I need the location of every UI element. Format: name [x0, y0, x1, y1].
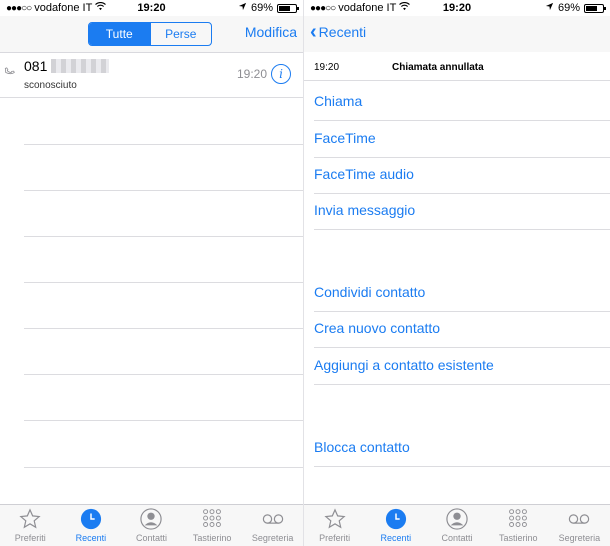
list-separator — [24, 328, 303, 329]
status-left: ●●●○○ vodafone IT — [310, 2, 411, 14]
recents-nav-bar: Tutte Perse Modifica — [0, 16, 303, 53]
send-message-action[interactable]: Invia messaggio — [314, 193, 610, 230]
block-contact-label: Blocca contatto — [314, 439, 410, 455]
caller-label: sconosciuto — [24, 80, 77, 91]
tab-contacts[interactable]: Contatti — [426, 505, 487, 546]
add-to-existing-label: Aggiungi a contatto esistente — [314, 357, 494, 373]
tab-recents[interactable]: Recenti — [61, 505, 122, 546]
add-to-existing-action[interactable]: Aggiungi a contatto esistente — [314, 348, 610, 385]
person-icon — [445, 507, 469, 531]
tab-favorites[interactable]: Preferiti — [304, 505, 365, 546]
wifi-icon — [399, 2, 411, 14]
list-separator — [24, 420, 303, 421]
tab-label: Tastierino — [498, 533, 538, 543]
battery-percent: 69% — [557, 2, 580, 14]
tab-bar: Preferiti Recenti Contatti Tastierino Se… — [304, 504, 610, 546]
tab-bar: Preferiti Recenti Contatti Tastierino Se… — [0, 504, 303, 546]
location-icon — [545, 2, 554, 14]
recents-screen: ●●●○○ vodafone IT 19:20 69% Tutte Perse … — [0, 0, 304, 546]
phone-icon — [3, 65, 17, 81]
status-left: ●●●○○ vodafone IT — [6, 2, 107, 14]
signal-icon: ●●●○○ — [6, 2, 32, 14]
tab-label: Contatti — [135, 533, 167, 543]
info-icon[interactable]: i — [271, 64, 291, 84]
back-label: Recenti — [318, 24, 367, 40]
caller-number: 081 — [24, 58, 110, 74]
status-bar: ●●●○○ vodafone IT 19:20 69% — [0, 0, 303, 16]
tab-favorites[interactable]: Preferiti — [0, 505, 61, 546]
tab-voicemail[interactable]: Segreteria — [549, 505, 610, 546]
call-detail-screen: ●●●○○ vodafone IT 19:20 69% ‹ Recenti 19… — [304, 0, 610, 546]
list-separator — [24, 190, 303, 191]
tab-keypad[interactable]: Tastierino — [182, 505, 243, 546]
number-redaction — [51, 59, 110, 73]
list-separator — [24, 282, 303, 283]
facetime-action-label: FaceTime — [314, 130, 376, 146]
tab-recents[interactable]: Recenti — [365, 505, 426, 546]
send-message-label: Invia messaggio — [314, 202, 416, 218]
list-separator — [24, 236, 303, 237]
tab-keypad[interactable]: Tastierino — [488, 505, 549, 546]
list-separator — [24, 467, 303, 468]
battery-fill — [586, 5, 597, 11]
tab-voicemail[interactable]: Segreteria — [242, 505, 303, 546]
create-contact-action[interactable]: Crea nuovo contatto — [314, 311, 610, 348]
detail-time: 19:20 — [314, 62, 340, 73]
battery-percent: 69% — [250, 2, 273, 14]
clock-icon — [79, 507, 103, 531]
detail-call-type: Chiamata annullata — [392, 62, 484, 73]
caller-number-text: 081 — [24, 58, 48, 74]
edit-button[interactable]: Modifica — [245, 24, 297, 40]
share-contact-action[interactable]: Condividi contatto — [314, 275, 610, 312]
person-icon — [139, 507, 163, 531]
create-contact-label: Crea nuovo contatto — [314, 320, 441, 336]
tab-label: Preferiti — [14, 533, 46, 543]
keypad-icon — [200, 507, 224, 531]
facetime-audio-label: FaceTime audio — [314, 166, 414, 182]
status-bar: ●●●○○ vodafone IT 19:20 69% — [304, 0, 610, 16]
call-time: 19:20 — [236, 67, 267, 81]
location-icon — [238, 2, 247, 14]
call-detail-row: 19:20 Chiamata annullata — [304, 52, 610, 81]
carrier-label: vodafone IT — [34, 2, 93, 14]
battery-icon — [584, 3, 606, 13]
tab-label: Segreteria — [251, 533, 294, 543]
call-action[interactable]: Chiama — [314, 84, 610, 121]
tab-label: Preferiti — [319, 533, 351, 543]
clock-icon — [384, 507, 408, 531]
chevron-left-icon: ‹ — [310, 21, 317, 43]
back-button[interactable]: ‹ Recenti — [310, 22, 366, 42]
status-right: 69% — [545, 2, 606, 14]
battery-icon — [277, 3, 299, 13]
voicemail-icon — [261, 507, 285, 531]
star-icon — [18, 507, 42, 531]
tab-label: Tastierino — [192, 533, 232, 543]
keypad-icon — [506, 507, 530, 531]
tab-label: Contatti — [441, 533, 473, 543]
signal-icon: ●●●○○ — [310, 2, 336, 14]
list-separator — [24, 144, 303, 145]
app-wrapper: ●●●○○ vodafone IT 19:20 69% Tutte Perse … — [0, 0, 610, 546]
block-contact-action[interactable]: Blocca contatto — [314, 430, 610, 467]
status-right: 69% — [238, 2, 299, 14]
share-contact-label: Condividi contatto — [314, 284, 426, 300]
facetime-action[interactable]: FaceTime — [314, 121, 610, 158]
facetime-audio-action[interactable]: FaceTime audio — [314, 157, 610, 194]
wifi-icon — [95, 2, 107, 14]
call-list-item[interactable]: 081 sconosciuto 19:20 i — [0, 54, 303, 98]
filter-segmented-control: Tutte Perse — [88, 22, 212, 46]
segment-all[interactable]: Tutte — [89, 23, 150, 45]
list-separator — [24, 374, 303, 375]
tab-contacts[interactable]: Contatti — [121, 505, 182, 546]
call-action-label: Chiama — [314, 93, 363, 109]
star-icon — [323, 507, 347, 531]
battery-fill — [279, 5, 290, 11]
tab-label: Recenti — [75, 533, 107, 543]
segment-missed[interactable]: Perse — [149, 23, 212, 45]
carrier-label: vodafone IT — [338, 2, 397, 14]
voicemail-icon — [567, 507, 591, 531]
tab-label: Segreteria — [558, 533, 601, 543]
tab-label: Recenti — [380, 533, 412, 543]
detail-nav-bar: ‹ Recenti — [304, 16, 610, 52]
